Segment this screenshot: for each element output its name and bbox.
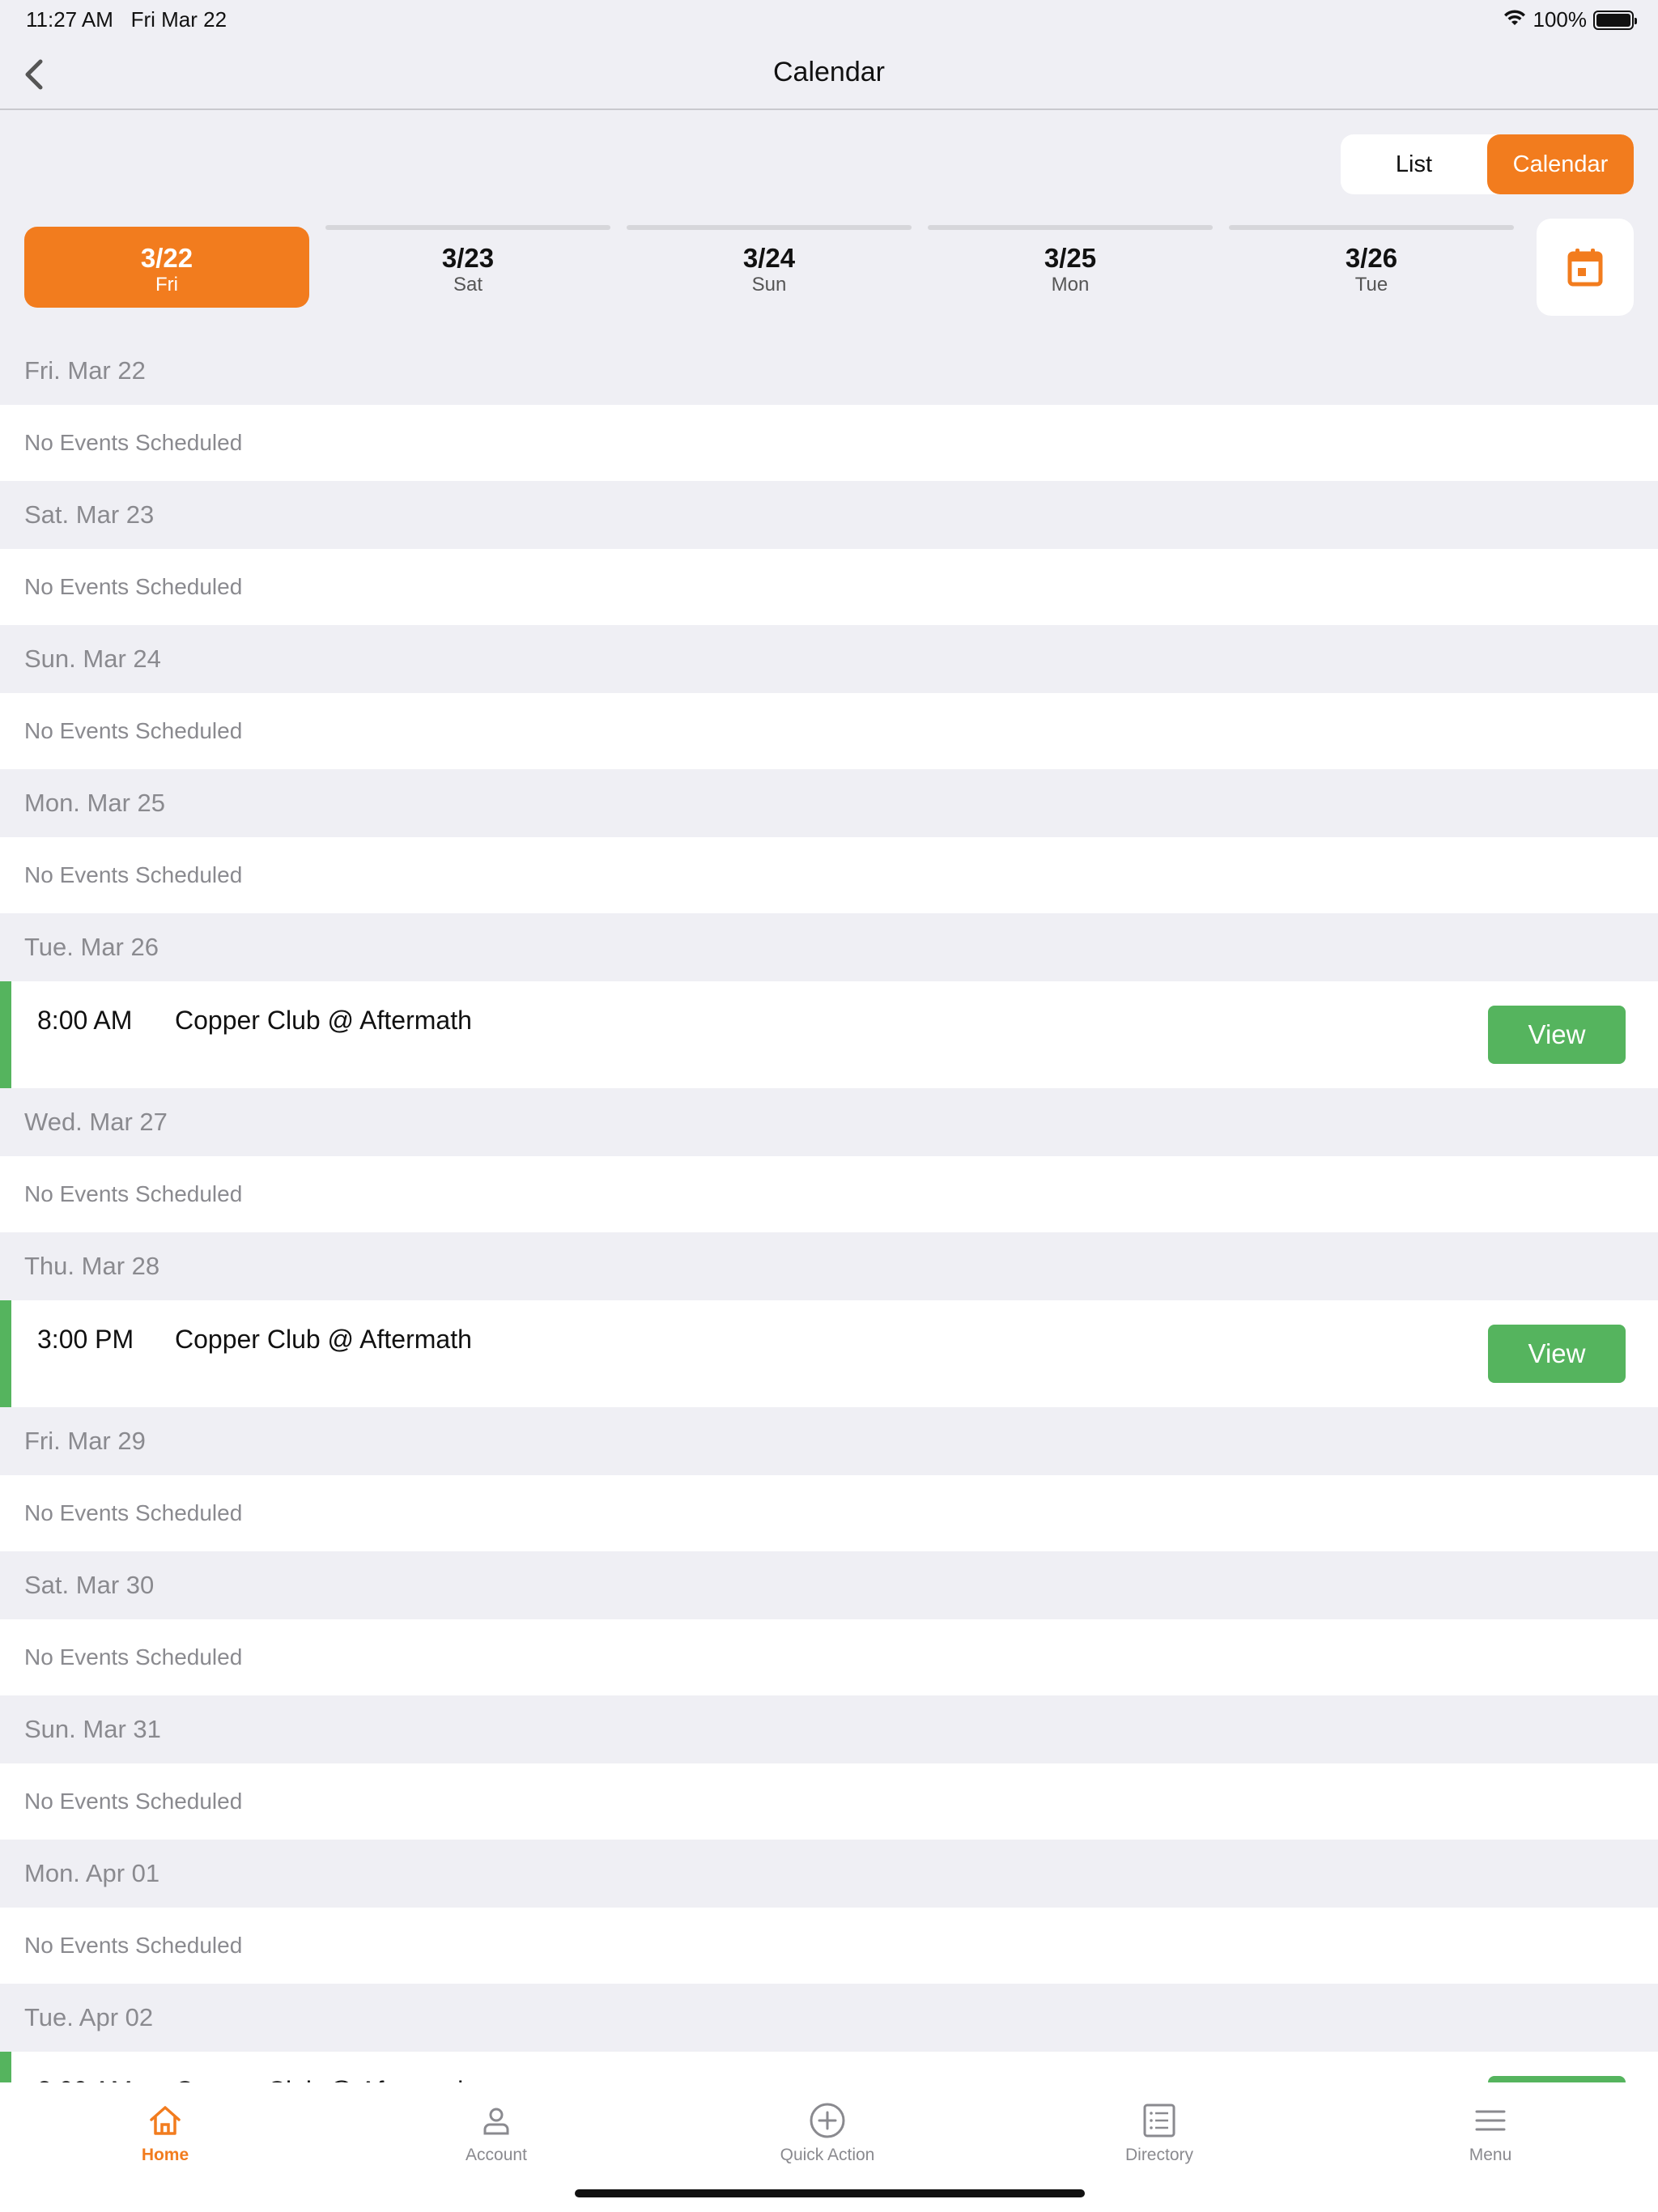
list-icon — [1143, 2104, 1175, 2138]
tab-directory[interactable]: Directory — [1078, 2100, 1240, 2165]
event-row[interactable]: 8:00 AM Copper Club @ Aftermath View — [0, 981, 1658, 1088]
date-chip-date: 3/26 — [1345, 243, 1398, 273]
event-time: 8:00 AM — [37, 2076, 132, 2082]
page-title: Calendar — [773, 57, 885, 87]
day-header: Mon. Mar 25 — [0, 769, 1658, 837]
date-chip-weekday: Tue — [1354, 274, 1388, 296]
view-event-button[interactable]: View — [1488, 1325, 1626, 1383]
list-toggle-button[interactable]: List — [1341, 134, 1487, 194]
view-event-button[interactable]: View — [1488, 2076, 1626, 2082]
date-chip-weekday: Sat — [453, 274, 483, 296]
status-clock: 11:27 AM — [26, 7, 113, 32]
status-date: Fri Mar 22 — [130, 7, 227, 32]
day-header: Wed. Mar 27 — [0, 1088, 1658, 1156]
tab-label: Home — [141, 2146, 189, 2164]
no-events-row: No Events Scheduled — [0, 1619, 1658, 1695]
tab-menu[interactable]: Menu — [1409, 2100, 1571, 2165]
status-bar: 11:27 AM Fri Mar 22 100% — [0, 0, 1658, 39]
tab-label: Menu — [1469, 2146, 1512, 2164]
view-event-button[interactable]: View — [1488, 1006, 1626, 1064]
event-time: 3:00 PM — [37, 1325, 134, 1354]
date-chip-weekday: Fri — [155, 274, 178, 296]
tab-label: Directory — [1124, 2146, 1193, 2164]
day-header: Sat. Mar 30 — [0, 1551, 1658, 1619]
date-chip-date: 3/22 — [140, 243, 193, 273]
tab-label: Quick Action — [780, 2146, 875, 2164]
no-events-row: No Events Scheduled — [0, 1908, 1658, 1984]
date-strip: 3/22 Fri 3/23 Sat 3/24 Sun 3/25 Mon 3/26… — [24, 223, 1514, 308]
tab-home[interactable]: Home — [84, 2100, 246, 2165]
battery-icon — [1593, 10, 1637, 30]
person-icon — [483, 2108, 509, 2135]
tab-label: Account — [466, 2146, 527, 2164]
wifi-icon — [1503, 7, 1527, 32]
home-icon — [150, 2106, 181, 2135]
day-header: Tue. Mar 26 — [0, 913, 1658, 981]
event-list[interactable]: Fri. Mar 22 No Events Scheduled Sat. Mar 2… — [0, 337, 1658, 2082]
view-toggle: List Calendar — [1341, 134, 1634, 194]
day-header: Sat. Mar 23 — [0, 481, 1658, 549]
event-accent-bar — [0, 1300, 11, 1407]
day-header: Sun. Mar 31 — [0, 1695, 1658, 1763]
home-indicator — [575, 2189, 1085, 2197]
no-events-row: No Events Scheduled — [0, 549, 1658, 625]
plus-circle-icon — [810, 2103, 845, 2138]
day-header: Thu. Mar 28 — [0, 1232, 1658, 1300]
date-chip-date: 3/24 — [742, 243, 796, 273]
event-accent-bar — [0, 981, 11, 1088]
no-events-row: No Events Scheduled — [0, 1156, 1658, 1232]
status-time: 11:27 AM Fri Mar 22 — [26, 7, 227, 32]
calendar-icon — [1567, 249, 1603, 287]
date-chip-date: 3/23 — [441, 243, 495, 273]
day-header: Fri. Mar 29 — [0, 1407, 1658, 1475]
date-chip-weekday: Mon — [1051, 274, 1090, 296]
no-events-row: No Events Scheduled — [0, 1475, 1658, 1551]
navigation-bar: Calendar — [0, 39, 1658, 110]
calendar-picker-button[interactable] — [1537, 219, 1634, 316]
event-time: 8:00 AM — [37, 1006, 133, 1035]
date-chip[interactable]: 3/22 Fri — [24, 227, 309, 308]
date-chip[interactable]: 3/23 Sat — [325, 223, 610, 308]
date-chip[interactable]: 3/25 Mon — [928, 223, 1213, 308]
no-events-row: No Events Scheduled — [0, 405, 1658, 481]
tab-account[interactable]: Account — [415, 2100, 577, 2165]
day-header: Fri. Mar 22 — [0, 337, 1658, 405]
event-title: Copper Club @ Aftermath — [175, 1006, 472, 1035]
date-chip-weekday: Sun — [751, 274, 787, 296]
event-row[interactable]: 3:00 PM Copper Club @ Aftermath View — [0, 1300, 1658, 1407]
day-header: Tue. Apr 02 — [0, 1984, 1658, 2052]
calendar-toggle-button[interactable]: Calendar — [1487, 134, 1634, 194]
day-header: Sun. Mar 24 — [0, 625, 1658, 693]
date-chip[interactable]: 3/24 Sun — [627, 223, 912, 308]
event-title: Copper Club @ Aftermath — [175, 2076, 472, 2082]
event-title: Copper Club @ Aftermath — [175, 1325, 472, 1354]
status-indicators: 100% — [1503, 7, 1637, 32]
hamburger-icon — [1475, 2110, 1506, 2131]
event-row[interactable]: 8:00 AM Copper Club @ Aftermath View — [0, 2052, 1658, 2082]
no-events-row: No Events Scheduled — [0, 1763, 1658, 1840]
date-chip[interactable]: 3/26 Tue — [1229, 223, 1514, 308]
tab-quick-action[interactable]: Quick Action — [746, 2100, 908, 2165]
battery-percent: 100% — [1533, 7, 1588, 32]
day-header: Mon. Apr 01 — [0, 1840, 1658, 1908]
date-chip-date: 3/25 — [1044, 243, 1097, 273]
no-events-row: No Events Scheduled — [0, 837, 1658, 913]
event-accent-bar — [0, 2052, 11, 2082]
no-events-row: No Events Scheduled — [0, 693, 1658, 769]
